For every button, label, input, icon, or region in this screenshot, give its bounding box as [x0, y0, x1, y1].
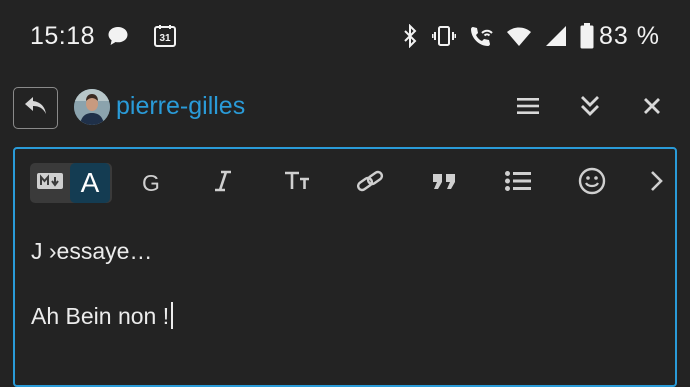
- editor-line: J ›essaye…: [31, 238, 153, 264]
- markdown-mode-button[interactable]: [30, 163, 70, 203]
- cell-signal-icon: [545, 25, 567, 47]
- link-button[interactable]: [352, 165, 388, 201]
- reply-button[interactable]: [13, 87, 58, 129]
- bold-button[interactable]: G: [133, 165, 169, 201]
- toolbar-more-button[interactable]: [639, 165, 675, 201]
- link-icon: [356, 169, 384, 198]
- menu-icon: [516, 96, 540, 121]
- emoji-button[interactable]: [574, 165, 610, 201]
- bluetooth-icon: [401, 24, 419, 48]
- menu-button[interactable]: [512, 92, 544, 124]
- italic-button[interactable]: [205, 165, 241, 201]
- editor-line: Ah Bein non !: [31, 303, 170, 329]
- status-bar: 15:18 31 83 %: [0, 0, 690, 72]
- wifi-icon: [506, 25, 532, 47]
- chat-bubble-icon: [107, 25, 129, 47]
- close-button[interactable]: [636, 92, 668, 124]
- quote-button[interactable]: [426, 165, 462, 201]
- heading-button[interactable]: [279, 165, 315, 201]
- chevron-right-icon: [649, 169, 665, 198]
- reply-icon: [23, 95, 49, 122]
- editor-line-current: Ah Bein non !: [31, 300, 651, 332]
- battery-icon: [580, 23, 594, 49]
- editor-input[interactable]: J ›essaye… Ah Bein non !: [31, 235, 651, 332]
- reply-header: pierre-gilles: [0, 80, 690, 138]
- calendar-icon: 31: [153, 24, 177, 48]
- avatar[interactable]: [74, 89, 110, 125]
- bullet-list-icon: [504, 170, 532, 197]
- vibrate-icon: [432, 25, 457, 47]
- clock: 15:18: [30, 21, 96, 50]
- wifi-call-icon: [469, 24, 493, 48]
- italic-icon: [213, 170, 233, 197]
- status-bar-left: 15:18 31: [30, 22, 177, 51]
- text-caret: [171, 302, 173, 329]
- editor-mode-toggle[interactable]: A: [30, 163, 112, 203]
- battery-percent: 83 %: [599, 21, 660, 50]
- collapse-icon: [578, 94, 602, 123]
- emoji-icon: [578, 167, 606, 200]
- heading-icon: [283, 170, 311, 197]
- username[interactable]: pierre-gilles: [116, 92, 245, 121]
- collapse-button[interactable]: [574, 92, 606, 124]
- quote-icon: [431, 171, 457, 196]
- editor-toolbar: A G: [15, 149, 675, 219]
- status-bar-right: 83 %: [401, 22, 660, 51]
- bullet-list-button[interactable]: [500, 165, 536, 201]
- calendar-day: 31: [159, 32, 171, 44]
- markdown-icon: [36, 172, 64, 195]
- wysiwyg-mode-button[interactable]: A: [70, 163, 110, 203]
- composer: A G J ›essaye… Ah Bein non !: [13, 147, 677, 387]
- close-icon: [642, 96, 662, 121]
